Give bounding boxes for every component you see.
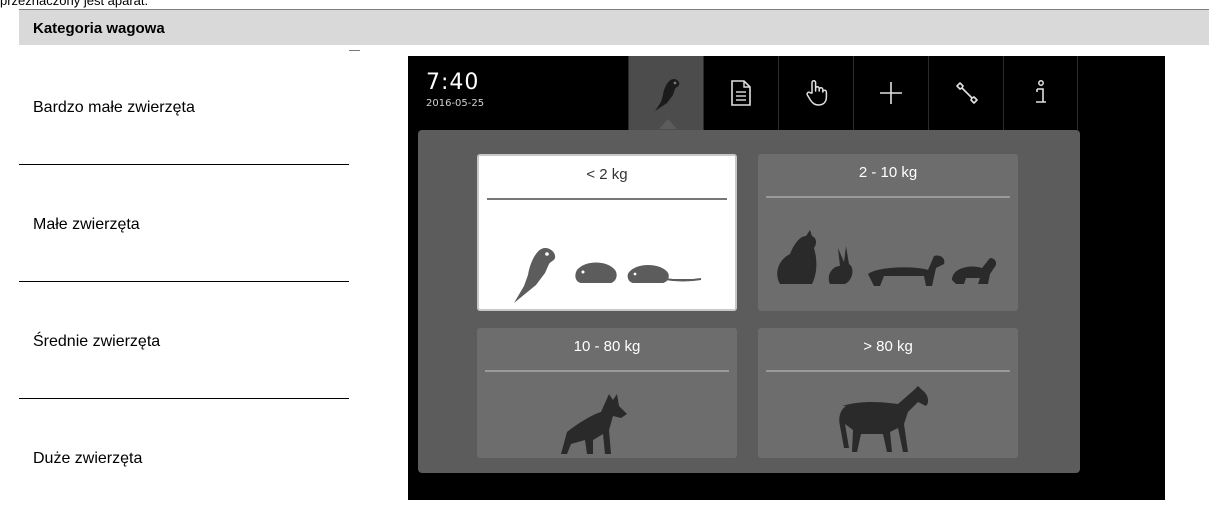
divider xyxy=(766,196,1010,198)
device-screen: 7:40 2016-05-25 < 2 kg 2 - 10 kg 10 - 80… xyxy=(408,56,1165,500)
hand-pointer-icon xyxy=(806,79,828,106)
tab-document[interactable] xyxy=(703,56,778,130)
card-label: 10 - 80 kg xyxy=(573,338,641,355)
divider xyxy=(349,50,360,51)
wrench-icon xyxy=(956,82,978,104)
document-icon xyxy=(731,80,751,106)
weight-card-over-80kg[interactable]: > 80 kg xyxy=(758,328,1018,458)
clipped-text: przeznaczony jest aparat. xyxy=(0,0,149,8)
divider xyxy=(19,281,349,282)
medium-small-animals-icon xyxy=(777,230,997,286)
horse-icon xyxy=(839,386,929,452)
weight-card-10-80kg[interactable]: 10 - 80 kg xyxy=(477,328,737,458)
weight-card-under-2kg[interactable]: < 2 kg xyxy=(477,154,737,311)
category-label: Małe zwierzęta xyxy=(33,216,140,233)
category-label: Duże zwierzęta xyxy=(33,450,143,467)
tab-manual[interactable] xyxy=(778,56,853,130)
info-icon xyxy=(1035,80,1046,103)
divider xyxy=(19,164,349,165)
clock: 7:40 xyxy=(426,70,480,95)
table-header: Kategoria wagowa xyxy=(19,9,1209,45)
dog-icon xyxy=(561,394,627,454)
card-label: > 80 kg xyxy=(863,338,913,355)
plus-icon xyxy=(880,82,902,104)
tab-add[interactable] xyxy=(853,56,928,130)
divider xyxy=(485,370,729,372)
divider xyxy=(487,198,727,200)
divider xyxy=(19,398,349,399)
divider xyxy=(766,370,1010,372)
weight-selection-panel: < 2 kg 2 - 10 kg 10 - 80 kg > 80 kg xyxy=(418,130,1080,473)
tab-settings[interactable] xyxy=(928,56,1003,130)
tab-bar xyxy=(628,56,1078,130)
date: 2016-05-25 xyxy=(426,98,485,109)
category-label: Średnie zwierzęta xyxy=(33,333,161,350)
header-title: Kategoria wagowa xyxy=(33,20,165,37)
parrot-icon xyxy=(655,79,680,111)
tab-pointer xyxy=(659,119,677,129)
small-animals-icon xyxy=(514,248,702,303)
card-label: < 2 kg xyxy=(586,166,628,183)
tab-info[interactable] xyxy=(1003,56,1078,130)
weight-card-2-10kg[interactable]: 2 - 10 kg xyxy=(758,154,1018,311)
category-label: Bardzo małe zwierzęta xyxy=(33,99,195,116)
card-label: 2 - 10 kg xyxy=(858,164,918,181)
